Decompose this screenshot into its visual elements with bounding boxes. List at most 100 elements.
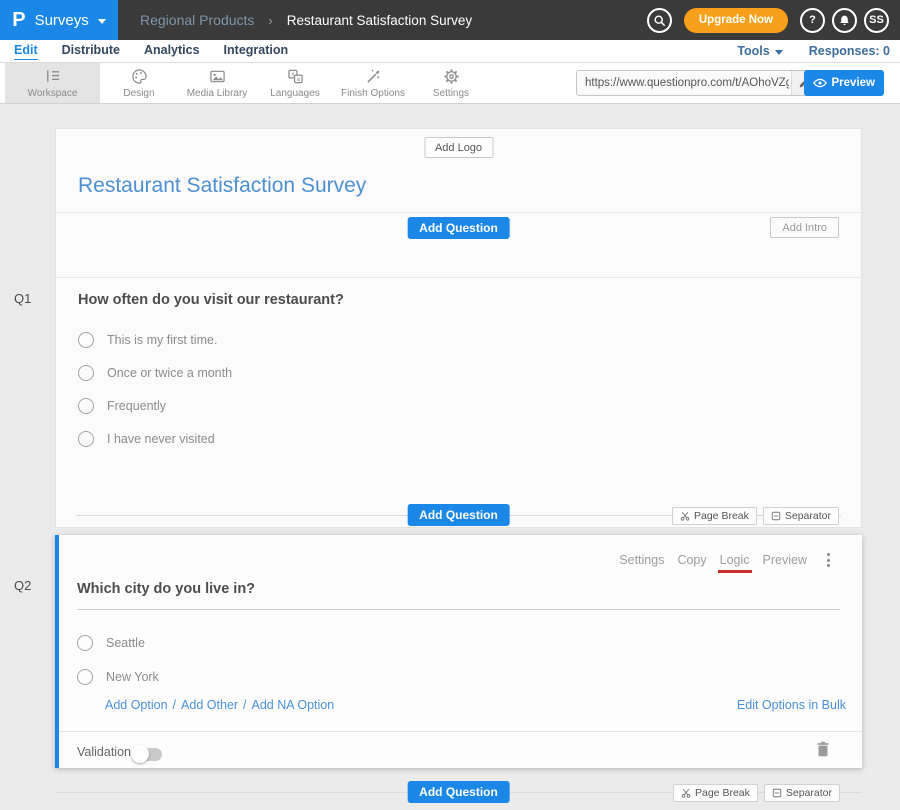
validation-label: Validation — [77, 745, 131, 759]
add-question-button[interactable]: Add Question — [407, 217, 510, 239]
add-option-link[interactable]: Add Option — [105, 698, 168, 712]
toolbar-tab-design[interactable]: Design — [100, 63, 178, 103]
question-settings-button[interactable]: Settings — [619, 553, 664, 567]
q1-option-2[interactable]: Once or twice a month — [78, 364, 232, 381]
toolbar-tab-label: Media Library — [187, 88, 248, 99]
breadcrumb-folder[interactable]: Regional Products — [140, 12, 254, 28]
toolbar-tab-workspace[interactable]: Workspace — [5, 63, 100, 103]
toolbar-tab-languages[interactable]: xa Languages — [256, 63, 334, 103]
breadcrumb: Regional Products › Restaurant Satisfact… — [140, 12, 472, 28]
radio-button[interactable] — [77, 635, 93, 651]
svg-text:a: a — [296, 76, 300, 83]
breadcrumb-separator-icon: › — [268, 13, 272, 28]
question-action-menu: Settings Copy Logic Preview — [619, 551, 832, 569]
option-links: Add Option / Add Other / Add NA Option — [105, 698, 334, 712]
breadcrumb-survey-title: Restaurant Satisfaction Survey — [287, 13, 472, 28]
notifications-button[interactable] — [832, 8, 857, 33]
radio-button[interactable] — [78, 332, 94, 348]
nav-tabs: Edit Distribute Analytics Integration — [14, 43, 288, 60]
question-card-q2: Settings Copy Logic Preview Which city d… — [55, 535, 862, 768]
tab-analytics[interactable]: Analytics — [144, 43, 200, 60]
q2-option-2[interactable]: New York — [77, 668, 159, 685]
option-label: Once or twice a month — [107, 366, 232, 380]
page-break-label: Page Break — [694, 510, 749, 522]
settings-icon — [443, 68, 460, 85]
toolbar-tab-label: Languages — [270, 88, 320, 99]
q1-option-1[interactable]: This is my first time. — [78, 331, 217, 348]
survey-url-input[interactable] — [577, 77, 791, 89]
validation-toggle[interactable] — [133, 748, 162, 761]
radio-button[interactable] — [78, 431, 94, 447]
toolbar-tab-settings[interactable]: Settings — [412, 63, 490, 103]
radio-button[interactable] — [78, 398, 94, 414]
option-label: Seattle — [106, 636, 145, 650]
option-label: New York — [106, 670, 159, 684]
q1-option-4[interactable]: I have never visited — [78, 430, 215, 447]
toggle-knob — [131, 745, 149, 763]
question-number-q1: Q1 — [14, 291, 31, 306]
page-break-button[interactable]: Page Break — [673, 784, 758, 802]
q1-option-3[interactable]: Frequently — [78, 397, 166, 414]
chevron-down-icon — [98, 19, 106, 24]
link-separator: / — [173, 698, 176, 712]
divider — [56, 277, 861, 278]
preview-button[interactable]: Preview — [804, 70, 884, 96]
radio-button[interactable] — [78, 365, 94, 381]
scissors-icon — [681, 788, 691, 798]
page-break-label: Page Break — [695, 787, 750, 799]
question-logic-button[interactable]: Logic — [720, 553, 750, 567]
add-na-option-link[interactable]: Add NA Option — [252, 698, 335, 712]
insert-controls: Page Break Separator — [672, 507, 839, 525]
q2-option-1[interactable]: Seattle — [77, 634, 145, 651]
logic-label: Logic — [720, 553, 750, 567]
add-logo-button[interactable]: Add Logo — [424, 137, 493, 158]
separator-icon — [772, 788, 782, 798]
search-button[interactable] — [647, 8, 672, 33]
toolbar-tab-media-library[interactable]: Media Library — [178, 63, 256, 103]
q2-question-field[interactable]: Which city do you live in? — [77, 580, 840, 610]
help-button[interactable]: ? — [800, 8, 825, 33]
responses-count[interactable]: Responses: 0 — [809, 44, 890, 58]
question-preview-button[interactable]: Preview — [763, 553, 807, 567]
divider — [59, 731, 862, 732]
toolbar-tab-finish-options[interactable]: Finish Options — [334, 63, 412, 103]
more-options-button[interactable] — [825, 551, 832, 569]
divider — [56, 212, 861, 213]
page-break-button[interactable]: Page Break — [672, 507, 757, 525]
tab-integration[interactable]: Integration — [224, 43, 289, 60]
survey-navbar: Edit Distribute Analytics Integration To… — [0, 40, 900, 63]
app-header: P Surveys Regional Products › Restaurant… — [0, 0, 900, 40]
eye-icon — [813, 76, 827, 90]
add-question-button[interactable]: Add Question — [407, 781, 510, 803]
separator-button[interactable]: Separator — [764, 784, 840, 802]
radio-button[interactable] — [77, 669, 93, 685]
add-question-button[interactable]: Add Question — [407, 504, 510, 526]
survey-title[interactable]: Restaurant Satisfaction Survey — [78, 174, 366, 198]
tab-distribute[interactable]: Distribute — [62, 43, 120, 60]
delete-question-button[interactable] — [816, 741, 830, 762]
product-label: Surveys — [35, 12, 89, 29]
toolbar-tab-label: Workspace — [28, 88, 78, 99]
avatar[interactable]: SS — [864, 8, 889, 33]
separator-label: Separator — [786, 787, 832, 799]
q1-question-text[interactable]: How often do you visit our restaurant? — [78, 292, 344, 308]
search-icon — [653, 14, 666, 27]
tab-edit[interactable]: Edit — [14, 43, 38, 60]
logic-annotation-underline — [718, 570, 752, 573]
add-intro-button[interactable]: Add Intro — [770, 217, 839, 238]
nav-right: Tools Responses: 0 — [737, 44, 900, 58]
separator-button[interactable]: Separator — [763, 507, 839, 525]
question-copy-button[interactable]: Copy — [677, 553, 706, 567]
tools-menu[interactable]: Tools — [737, 44, 782, 58]
add-other-link[interactable]: Add Other — [181, 698, 238, 712]
toolbar-tab-label: Finish Options — [341, 88, 405, 99]
workspace-icon — [44, 68, 61, 85]
scissors-icon — [680, 511, 690, 521]
survey-url-box — [576, 70, 816, 96]
edit-options-in-bulk-link[interactable]: Edit Options in Bulk — [737, 698, 846, 712]
product-switcher[interactable]: P Surveys — [0, 0, 118, 40]
media-library-icon — [209, 68, 226, 85]
q2-question-text[interactable]: Which city do you live in? — [77, 581, 255, 597]
questionpro-logo-icon: P — [12, 10, 25, 30]
upgrade-now-button[interactable]: Upgrade Now — [684, 8, 788, 33]
